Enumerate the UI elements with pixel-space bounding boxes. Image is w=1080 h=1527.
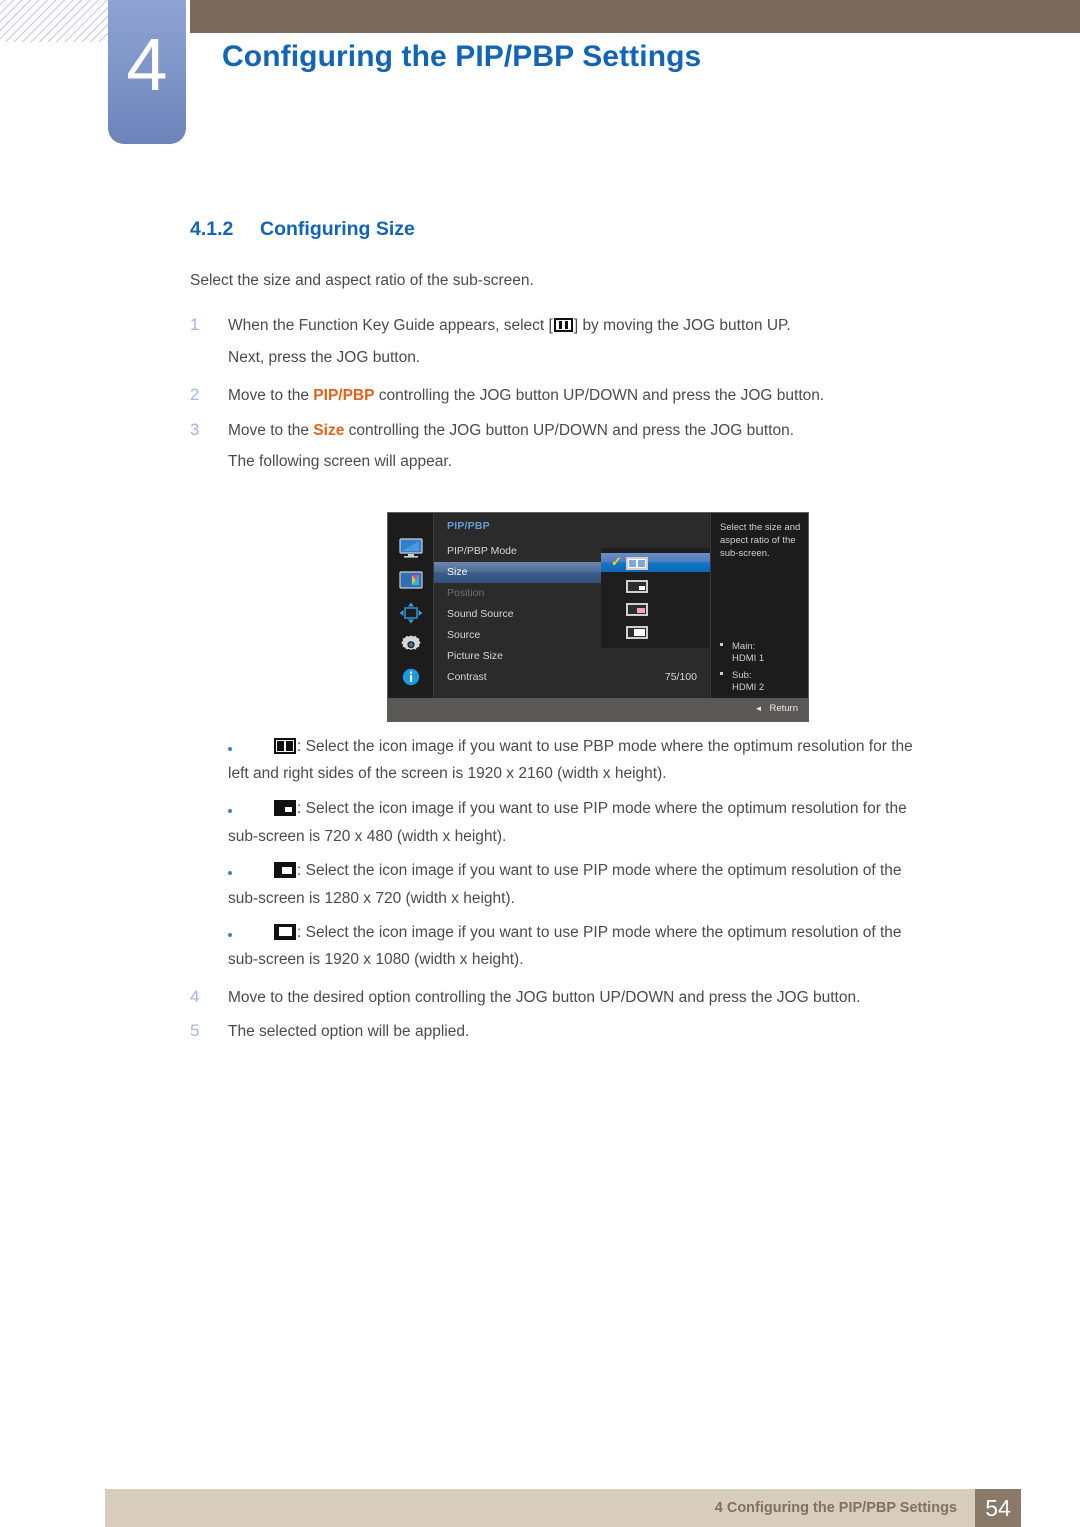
osd-info-main-value: HDMI 1 [732,653,765,664]
bullet-item-pbp: : Select the icon image if you want to u… [228,738,913,756]
osd-row-label: Size [447,566,468,578]
section-number: 4.1.2 [190,218,234,240]
pbp-split-icon [626,557,648,570]
step-2-text-pre: Move to the [228,387,314,404]
osd-row-label: Position [447,587,485,599]
bullet-icon [720,643,723,646]
osd-row-picture-size[interactable]: Picture Size [434,646,709,667]
step-2-number: 2 [190,385,200,404]
osd-row-contrast[interactable]: Contrast 75/100 [434,667,709,688]
step-3-number: 3 [190,420,200,439]
osd-info-sub-source: Sub: HDMI 2 [720,670,806,694]
step-1: 1 When the Function Key Guide appears, se… [190,315,791,335]
step-3-highlight: Size [313,422,345,439]
bullet-text-line2: sub-screen is 1280 x 720 (width x height… [228,890,515,907]
osd-icon-rail [388,513,434,699]
bullet-item-pip-large: : Select the icon image if you want to u… [228,924,902,942]
chapter-title: Configuring the PIP/PBP Settings [222,40,702,73]
bullet-icon [228,871,232,875]
header-brown-bar [190,0,1080,33]
step-5-number: 5 [190,1021,200,1040]
osd-row-value: 75/100 [664,671,697,683]
bullet-item-pip-small: : Select the icon image if you want to u… [228,800,907,818]
osd-row-label: Picture Size [447,650,504,662]
osd-menu-body: PIP/PBP PIP/PBP Mode Size Position Sound… [434,513,756,699]
footer-text: 4 Configuring the PIP/PBP Settings [714,1500,957,1516]
osd-row-label: Source [447,629,481,641]
step-2-highlight: PIP/PBP [313,387,375,404]
left-arrow-icon: ◄ [754,704,763,713]
page-number: 54 [975,1489,1021,1527]
step-3: 3 Move to the Size controlling the JOG bu… [190,420,794,440]
step-2-text-post: controlling the JOG button UP/DOWN and p… [374,387,825,404]
pbp-split-icon [553,318,573,332]
pbp-split-icon [274,738,296,754]
step-2: 2 Move to the PIP/PBP controlling the JOG… [190,385,824,405]
bullet-text-line1: : Select the icon image if you want to u… [297,862,902,879]
step-4-text: Move to the desired option controlling t… [228,989,861,1006]
step-3-continuation: The following screen will appear. [228,453,453,470]
bullet-item-pip-medium: : Select the icon image if you want to u… [228,862,902,880]
osd-return-label: Return [769,703,798,714]
osd-info-description: Select the size and aspect ratio of the … [720,522,801,559]
step-1-text-pre: When the Function Key Guide appears, sel… [228,317,553,334]
step-1-text-post: ] by moving the JOG button UP. [573,317,791,334]
bullet-icon [228,747,232,751]
bullet-icon [228,809,232,813]
osd-footer-bar: ◄ Return [388,698,808,721]
pip-large-icon [274,924,296,940]
bullet-icon [720,672,723,675]
pip-small-icon [274,800,296,816]
bullet-text-line2: sub-screen is 720 x 480 (width x height)… [228,828,507,845]
step-4-number: 4 [190,987,200,1006]
osd-row-label: Sound Source [447,608,514,620]
osd-menu-title: PIP/PBP [447,520,490,532]
step-3-text-post: controlling the JOG button UP/DOWN and p… [344,422,795,439]
step-5-text: The selected option will be applied. [228,1023,470,1040]
osd-info-main-source: Main: HDMI 1 [720,641,806,665]
bullet-text-line2: left and right sides of the screen is 19… [228,765,667,782]
check-icon: ✓ [611,554,622,569]
header-hatch-decoration [0,0,108,42]
gear-icon[interactable] [399,634,423,656]
bullet-text-line1: : Select the icon image if you want to u… [297,924,902,941]
section-title: Configuring Size [260,218,415,240]
osd-row-label: Contrast [447,671,487,683]
section-intro: Select the size and aspect ratio of the … [190,272,534,289]
pip-pbp-icon[interactable] [399,602,423,624]
step-1-continuation: Next, press the JOG button. [228,349,421,366]
section-heading: 4.1.2 Configuring Size [190,218,415,241]
bullet-text-line1: : Select the icon image if you want to u… [297,800,907,817]
footer-bar: 4 Configuring the PIP/PBP Settings [105,1489,975,1527]
bullet-text-line2: sub-screen is 1920 x 1080 (width x heigh… [228,951,524,968]
osd-return-button[interactable]: ◄ Return [755,703,798,714]
osd-info-main-label: Main: [732,641,756,652]
picture-icon[interactable] [399,569,423,591]
step-1-number: 1 [190,315,200,334]
monitor-icon[interactable] [399,537,423,559]
osd-row-label: PIP/PBP Mode [447,545,517,557]
info-icon[interactable] [399,666,423,688]
step-4: 4 Move to the desired option controlling … [190,987,860,1007]
pip-medium-icon [274,862,296,878]
osd-info-sub-label: Sub: [732,670,752,681]
pip-large-icon [626,626,648,639]
pip-small-icon [626,580,648,593]
step-5: 5 The selected option will be applied. [190,1021,469,1041]
osd-info-panel: Select the size and aspect ratio of the … [710,513,808,699]
bullet-icon [228,933,232,937]
chapter-number: 4 [126,23,168,106]
osd-info-sub-value: HDMI 2 [732,682,765,693]
step-3-text-pre: Move to the [228,422,314,439]
pip-medium-icon [626,603,648,616]
osd-screenshot: PIP/PBP PIP/PBP Mode Size Position Sound… [387,512,809,722]
bullet-text-line1: : Select the icon image if you want to u… [297,738,913,755]
